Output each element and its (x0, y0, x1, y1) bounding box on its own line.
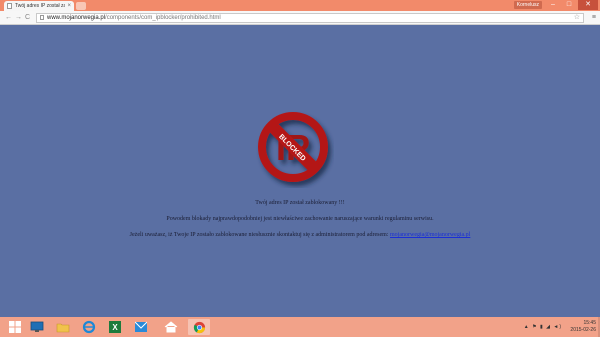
url-path: /components/com_ipblocker/prohibited.htm… (105, 15, 221, 21)
address-bar[interactable]: www.mojanorwegia.pl/components/com_ipblo… (36, 13, 584, 23)
clock-time: 15:45 (583, 320, 596, 326)
clock-date: 2015-02-26 (570, 327, 596, 333)
start-button[interactable] (4, 319, 26, 335)
excel-icon: X (109, 321, 121, 333)
new-tab-button[interactable] (76, 2, 86, 10)
mail-icon (135, 321, 147, 332)
browser-toolbar: ← → C www.mojanorwegia.pl/components/com… (0, 11, 600, 25)
blocked-message: Twój adres IP został zablokowany !!! (255, 200, 345, 206)
windows-logo-icon (9, 321, 21, 333)
taskbar-outlook[interactable] (130, 319, 152, 335)
browser-menu-icon[interactable]: ≡ (592, 13, 596, 23)
blocked-ip-logo: IP BLOCKED (258, 112, 328, 182)
taskbar-desktop[interactable] (26, 319, 48, 335)
minimize-button[interactable]: – (546, 0, 560, 10)
taskbar: X ▲ ⚑ ▮ ◢ ◄) 15:45 2015-02-26 (0, 317, 600, 337)
close-window-button[interactable]: ✕ (578, 0, 598, 10)
internet-explorer-icon (82, 320, 96, 334)
back-arrow-icon[interactable]: ← (5, 13, 12, 23)
clock[interactable]: 15:45 2015-02-26 (570, 317, 596, 337)
chrome-icon (193, 321, 205, 333)
browser-tab[interactable]: Twój adres IP został zablok × (4, 1, 74, 11)
taskbar-chrome[interactable] (188, 319, 210, 335)
reason-message: Powodem blokady najprawdopodobniej jest … (166, 216, 434, 222)
tab-title: Twój adres IP został zablok (15, 3, 65, 9)
page-content: IP BLOCKED Twój adres IP został zablokow… (0, 25, 600, 317)
taskbar-file-explorer[interactable] (52, 319, 74, 335)
forward-arrow-icon[interactable]: → (15, 13, 22, 23)
contact-message: Jeżeli uważasz, iż Twoje IP zostało zabl… (0, 232, 600, 238)
admin-email-link[interactable]: mojanorwegia@mojanorwegia.pl (390, 232, 470, 238)
url-domain: www.mojanorwegia.pl (47, 15, 106, 21)
reload-icon[interactable]: C (25, 13, 30, 23)
taskbar-internet-explorer[interactable] (78, 319, 100, 335)
taskbar-home[interactable] (160, 319, 182, 335)
bookmark-star-icon[interactable]: ☆ (574, 14, 580, 22)
folder-icon (56, 323, 70, 333)
system-tray[interactable]: ▲ ⚑ ▮ ◢ ◄) (524, 317, 562, 337)
taskbar-excel[interactable]: X (104, 319, 126, 335)
tab-close-icon[interactable]: × (67, 3, 71, 9)
browser-titlebar: Twój adres IP został zablok × Kornelusz … (0, 0, 600, 11)
page-icon (40, 15, 44, 20)
svg-text:X: X (112, 323, 118, 332)
user-profile-badge[interactable]: Kornelusz (513, 1, 542, 9)
desktop-monitor-icon (30, 321, 44, 332)
home-icon (164, 321, 178, 333)
page-favicon-icon (7, 3, 12, 9)
contact-message-text: Jeżeli uważasz, iż Twoje IP zostało zabl… (129, 232, 390, 238)
maximize-button[interactable]: □ (562, 0, 576, 10)
